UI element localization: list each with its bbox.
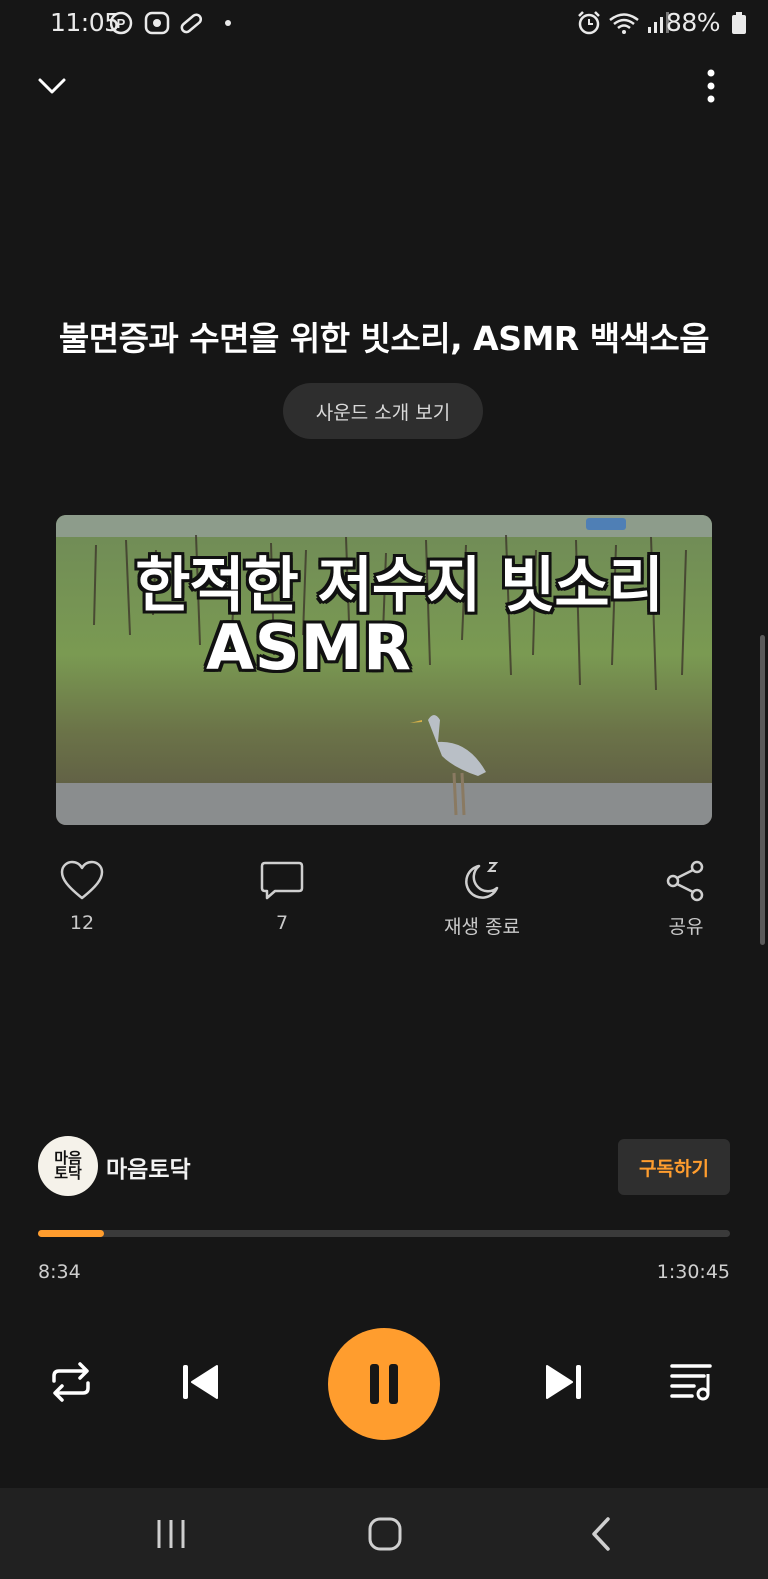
status-right-icons [576,10,672,36]
like-button[interactable]: 12 [22,860,142,950]
progress-track[interactable] [38,1230,730,1237]
wifi-icon [609,13,639,34]
status-bar: 11:05 P 88% [0,0,768,48]
sound-title: 불면증과 수면을 위한 빗소리, ASMR 백색소음 [58,319,710,358]
comment-count: 7 [275,912,289,934]
channel-name[interactable]: 마음토닥 [106,1150,191,1184]
artwork-thumbnail: 한적한 저수지 빗소리 ASMR [56,515,712,825]
skip-next-icon [546,1365,581,1399]
sound-intro-button[interactable]: 사운드 소개 보기 [283,383,483,439]
comment-button[interactable]: 7 [222,860,342,950]
elapsed-time: 8:34 [38,1261,81,1283]
channel-avatar-text: 마음 토닥 [54,1149,82,1182]
more-vertical-icon [707,69,715,103]
comment-icon [260,861,304,900]
channel-avatar[interactable]: 마음 토닥 [38,1136,98,1196]
repeat-icon [52,1362,90,1402]
like-count: 12 [69,912,95,934]
dot-icon [225,20,231,26]
progress-fill [38,1230,104,1237]
share-label: 공유 [668,916,704,938]
pause-icon [370,1364,398,1404]
skip-previous-icon [183,1365,218,1399]
next-button[interactable] [528,1347,598,1417]
heart-icon [60,860,104,900]
playlist-icon [670,1364,712,1401]
previous-button[interactable] [166,1347,236,1417]
p-icon: P [109,11,133,35]
repeat-button[interactable] [36,1347,106,1417]
recent-apps-button[interactable] [136,1508,206,1560]
subscribe-button[interactable]: 구독하기 [618,1139,730,1195]
moon-icon [465,862,499,899]
battery-percentage: 88% [665,8,721,37]
total-time: 1:30:45 [656,1261,730,1283]
back-button[interactable] [566,1508,636,1560]
home-icon [368,1517,402,1551]
chevron-down-icon [38,78,66,94]
playlist-button[interactable] [658,1347,728,1417]
battery-icon [732,12,746,34]
sleep-timer-button[interactable]: 재생 종료 [422,860,542,950]
pause-button[interactable] [328,1328,440,1440]
screen-recorder-icon [144,11,170,35]
pill-icon [180,13,203,34]
artwork-caption-line2: ASMR [205,611,413,684]
back-icon [592,1517,610,1551]
sleep-timer-label: 재생 종료 [444,916,520,938]
share-icon [666,860,704,902]
more-options-button[interactable] [694,66,728,106]
share-button[interactable]: 공유 [626,860,746,950]
scrollbar[interactable] [760,635,765,945]
status-left-icons: P [109,10,240,36]
svg-text:P: P [117,16,126,31]
home-button[interactable] [350,1508,420,1560]
recent-apps-icon [157,1520,185,1548]
collapse-button[interactable] [34,68,70,104]
alarm-icon [578,11,600,35]
